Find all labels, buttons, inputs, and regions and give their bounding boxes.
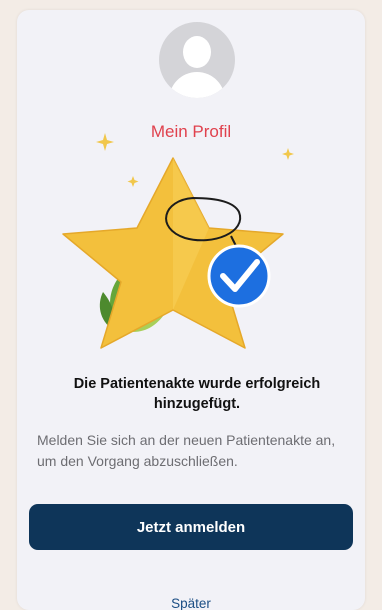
avatar-head — [183, 36, 211, 68]
login-now-button[interactable]: Jetzt anmelden — [29, 504, 353, 550]
checkmark-badge — [207, 244, 271, 308]
success-title: Die Patientenakte wurde erfolgreich hinz… — [73, 376, 321, 412]
later-button[interactable]: Später — [17, 596, 365, 610]
avatar-shoulders — [169, 72, 225, 98]
star-illustration — [62, 133, 294, 349]
sparkle-star-icon — [282, 148, 294, 160]
success-description: Melden Sie sich an der neuen Patientenak… — [37, 432, 336, 469]
avatar-icon[interactable] — [159, 22, 235, 98]
profile-label: Mein Profil — [150, 122, 232, 141]
success-sheet: Mein Profil Die Patientenakte wurde erfo… — [17, 10, 365, 610]
sparkle-star-icon — [127, 176, 139, 187]
